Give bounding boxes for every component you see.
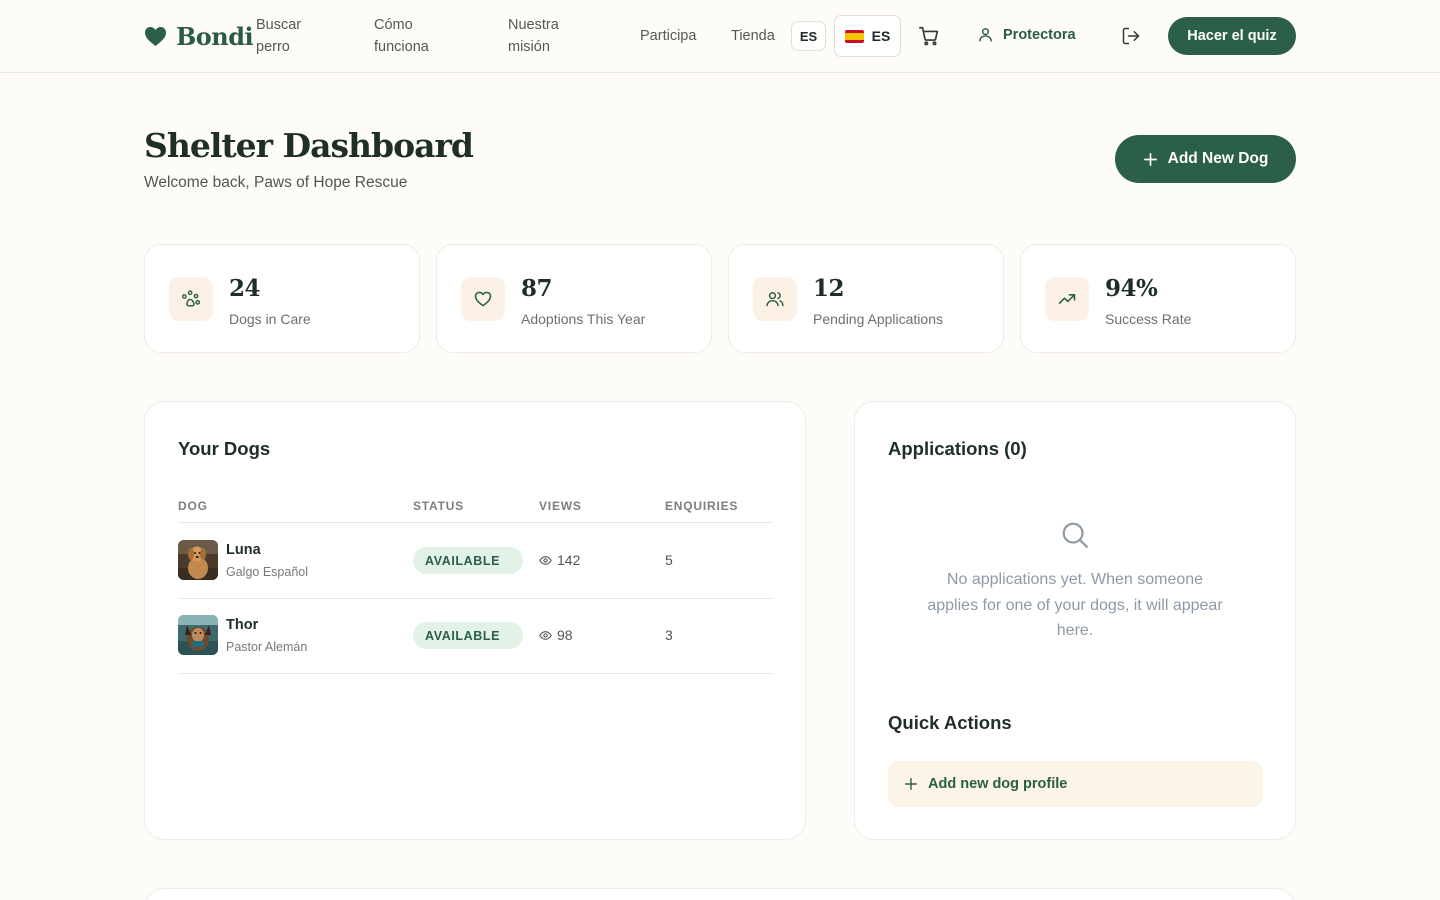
dog-breed: Galgo Español bbox=[226, 565, 309, 579]
stat-card-pending-applications: 12 Pending Applications bbox=[728, 244, 1004, 353]
stat-icon-wrap bbox=[461, 277, 505, 321]
nav-nuestra-mision[interactable]: Nuestra misión bbox=[508, 14, 578, 58]
your-dogs-title: Your Dogs bbox=[178, 438, 271, 459]
dog-photo bbox=[178, 540, 218, 580]
your-dogs-panel: Your Dogs DOG STATUS VIEWS ENQUIRIES Lun… bbox=[144, 401, 806, 840]
status-badge: AVAILABLE bbox=[413, 547, 523, 574]
enquiries-count: 3 bbox=[665, 627, 673, 643]
table-row[interactable]: Thor Pastor Alemán AVAILABLE 98 3 bbox=[178, 598, 773, 673]
applications-empty-text: No applications yet. When someone applie… bbox=[927, 571, 1223, 639]
stat-icon-wrap bbox=[753, 277, 797, 321]
stat-label: Adoptions This Year bbox=[521, 311, 646, 327]
language-code-button[interactable]: ES bbox=[791, 21, 826, 51]
add-new-dog-button[interactable]: Add New Dog bbox=[1115, 135, 1296, 183]
page-subtitle: Welcome back, Paws of Hope Rescue bbox=[144, 174, 408, 191]
nav-buscar-perro[interactable]: Buscar perro bbox=[256, 14, 326, 58]
search-icon bbox=[1062, 522, 1088, 548]
add-new-dog-label: Add New Dog bbox=[1167, 150, 1269, 167]
views-count: 142 bbox=[539, 552, 580, 568]
spain-flag-icon bbox=[844, 29, 864, 43]
stat-label: Pending Applications bbox=[813, 311, 943, 327]
heart-icon bbox=[474, 291, 492, 307]
table-row[interactable]: Luna Galgo Español AVAILABLE 142 5 bbox=[178, 523, 773, 598]
eye-icon bbox=[539, 555, 552, 565]
column-header-views: VIEWS bbox=[539, 499, 582, 513]
eye-icon bbox=[539, 630, 552, 640]
status-badge: AVAILABLE bbox=[413, 622, 523, 649]
applications-title: Applications (0) bbox=[888, 438, 1027, 459]
views-count: 98 bbox=[539, 627, 573, 643]
stat-value: 12 bbox=[813, 275, 845, 302]
trending-up-icon bbox=[1058, 294, 1076, 304]
table-divider bbox=[178, 673, 773, 674]
stat-value: 94% bbox=[1105, 275, 1158, 302]
stat-icon-wrap bbox=[169, 277, 213, 321]
nav-participa[interactable]: Participa bbox=[640, 25, 696, 47]
add-dog-profile-button[interactable]: Add new dog profile bbox=[888, 761, 1263, 807]
user-label: Protectora bbox=[1003, 26, 1076, 43]
language-selector[interactable]: ES bbox=[834, 15, 901, 57]
stat-icon-wrap bbox=[1045, 277, 1089, 321]
stat-value: 87 bbox=[521, 275, 553, 302]
take-quiz-button[interactable]: Hacer el quiz bbox=[1168, 17, 1296, 55]
stat-card-dogs-in-care: 24 Dogs in Care bbox=[144, 244, 420, 353]
plus-icon bbox=[1143, 152, 1157, 166]
column-header-dog: DOG bbox=[178, 499, 208, 513]
stat-card-adoptions: 87 Adoptions This Year bbox=[436, 244, 712, 353]
page-title: Shelter Dashboard bbox=[144, 126, 474, 165]
user-icon bbox=[979, 28, 992, 42]
heart-logo-icon bbox=[145, 26, 166, 47]
applications-panel: Applications (0) No applications yet. Wh… bbox=[854, 401, 1296, 840]
stat-card-success-rate: 94% Success Rate bbox=[1020, 244, 1296, 353]
users-icon bbox=[766, 292, 784, 307]
dog-breed: Pastor Alemán bbox=[226, 640, 308, 654]
dog-photo bbox=[178, 615, 218, 655]
stat-label: Dogs in Care bbox=[229, 311, 311, 327]
add-dog-profile-label: Add new dog profile bbox=[928, 776, 1068, 792]
views-value: 98 bbox=[557, 627, 573, 643]
user-account-link[interactable]: Protectora bbox=[977, 26, 1076, 43]
views-value: 142 bbox=[557, 552, 581, 568]
logout-icon[interactable] bbox=[1121, 26, 1141, 46]
top-nav: Bondi Buscar perro Cómo funciona Nuestra… bbox=[0, 0, 1440, 73]
dog-name: Luna bbox=[226, 542, 261, 558]
column-header-enquiries: ENQUIRIES bbox=[665, 499, 739, 513]
nav-como-funciona[interactable]: Cómo funciona bbox=[374, 14, 454, 58]
plus-icon bbox=[905, 778, 917, 790]
enquiries-count: 5 bbox=[665, 552, 673, 568]
bottom-panel bbox=[144, 888, 1296, 900]
stat-label: Success Rate bbox=[1105, 311, 1192, 327]
language-selector-label: ES bbox=[871, 28, 891, 44]
brand-logo[interactable]: Bondi bbox=[144, 22, 254, 51]
column-header-status: STATUS bbox=[413, 499, 465, 513]
stat-value: 24 bbox=[229, 275, 261, 302]
quick-actions-title: Quick Actions bbox=[888, 712, 1012, 733]
dog-name: Thor bbox=[226, 617, 259, 633]
brand-name: Bondi bbox=[176, 22, 254, 51]
paw-icon bbox=[181, 290, 201, 307]
cart-icon[interactable] bbox=[918, 25, 940, 47]
nav-tienda[interactable]: Tienda bbox=[731, 25, 775, 47]
